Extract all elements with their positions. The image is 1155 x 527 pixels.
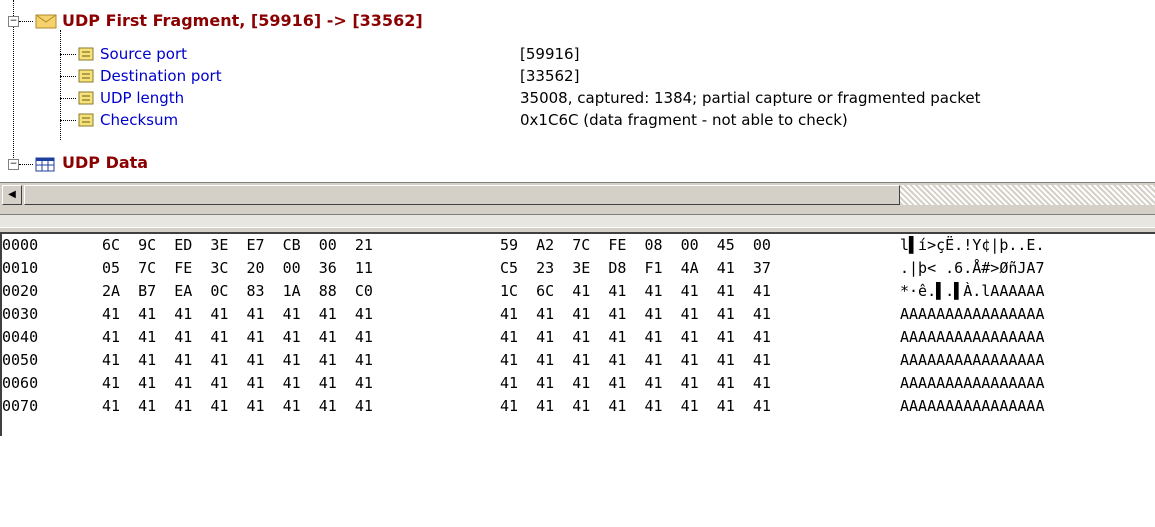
tree-connector-line (60, 76, 76, 77)
scroll-left-button[interactable]: ◀ (2, 185, 22, 205)
hex-bytes: 41 41 41 41 41 41 41 41 (102, 397, 373, 415)
hex-ascii: AAAAAAAAAAAAAAAA (900, 305, 1045, 323)
field-value: [59916] (520, 45, 580, 63)
hex-ascii: AAAAAAAAAAAAAAAA (900, 351, 1045, 369)
field-name: Destination port (100, 67, 222, 85)
field-name: UDP length (100, 89, 185, 107)
tree-connector-line (19, 21, 33, 22)
tree-connector-line (60, 54, 76, 55)
node-label: UDP Data (62, 153, 149, 172)
splitter-grip[interactable] (0, 214, 1155, 228)
hex-offset: 0010 (2, 259, 39, 277)
note-icon (78, 47, 94, 61)
field-name: Checksum (100, 111, 179, 129)
hex-row[interactable]: 0070 41 41 41 41 41 41 41 41 41 41 41 41… (2, 395, 1045, 417)
hex-offset: 0040 (2, 328, 39, 346)
note-icon (78, 91, 94, 105)
tree-field-source-port[interactable]: Source port [59916] (0, 43, 1155, 65)
hex-offset: 0060 (2, 374, 39, 392)
decode-tree-pane: − UDP First Fragment, [59916] -> [33562]… (0, 0, 1155, 182)
hex-bytes: 05 7C FE 3C 20 00 36 11 (102, 259, 373, 277)
tree-node-udp-data[interactable]: − UDP Data (0, 153, 1155, 175)
hex-bytes: 41 41 41 41 41 41 41 41 (500, 374, 771, 392)
hex-row[interactable]: 0000 6C 9C ED 3E E7 CB 00 21 59 A2 7C FE… (2, 234, 1045, 256)
hex-ascii: AAAAAAAAAAAAAAAA (900, 328, 1045, 346)
hex-ascii: AAAAAAAAAAAAAAAA (900, 374, 1045, 392)
hex-bytes: 41 41 41 41 41 41 41 41 (102, 374, 373, 392)
hex-ascii: *·ê.▌.▌À.lAAAAAA (900, 282, 1045, 300)
note-icon (78, 113, 94, 127)
field-value: 35008, captured: 1384; partial capture o… (520, 89, 981, 107)
hex-row[interactable]: 0060 41 41 41 41 41 41 41 41 41 41 41 41… (2, 372, 1045, 394)
hex-ascii: AAAAAAAAAAAAAAAA (900, 397, 1045, 415)
envelope-icon (35, 14, 57, 29)
hex-bytes: 41 41 41 41 41 41 41 41 (500, 397, 771, 415)
tree-connector-line (60, 98, 76, 99)
hex-bytes: 41 41 41 41 41 41 41 41 (500, 351, 771, 369)
collapse-toggle[interactable]: − (8, 16, 19, 27)
tree-field-destination-port[interactable]: Destination port [33562] (0, 65, 1155, 87)
hex-row[interactable]: 0020 2A B7 EA 0C 83 1A 88 C0 1C 6C 41 41… (2, 280, 1045, 302)
hex-ascii: l▌í>çË.!Y¢|þ..E. (900, 236, 1045, 254)
hex-offset: 0000 (2, 236, 39, 254)
tree-field-checksum[interactable]: Checksum 0x1C6C (data fragment - not abl… (0, 109, 1155, 131)
hex-bytes: 41 41 41 41 41 41 41 41 (102, 351, 373, 369)
collapse-toggle[interactable]: − (8, 159, 19, 170)
field-value: 0x1C6C (data fragment - not able to chec… (520, 111, 848, 129)
field-name: Source port (100, 45, 188, 63)
hex-bytes: 41 41 41 41 41 41 41 41 (102, 305, 373, 323)
hex-row[interactable]: 0030 41 41 41 41 41 41 41 41 41 41 41 41… (2, 303, 1045, 325)
tree-field-udp-length[interactable]: UDP length 35008, captured: 1384; partia… (0, 87, 1155, 109)
tree-connector-line (60, 120, 76, 121)
hex-offset: 0030 (2, 305, 39, 323)
hex-bytes: 59 A2 7C FE 08 00 45 00 (500, 236, 771, 254)
pane-splitter[interactable] (0, 208, 1155, 232)
note-icon (78, 69, 94, 83)
hex-bytes: 2A B7 EA 0C 83 1A 88 C0 (102, 282, 373, 300)
field-value: [33562] (520, 67, 580, 85)
hex-offset: 0070 (2, 397, 39, 415)
hex-ascii: .|þ< .6.Å#>ØñJA7 (900, 259, 1045, 277)
hex-offset: 0050 (2, 351, 39, 369)
hex-bytes: 41 41 41 41 41 41 41 41 (500, 305, 771, 323)
hex-bytes: 6C 9C ED 3E E7 CB 00 21 (102, 236, 373, 254)
hex-offset: 0020 (2, 282, 39, 300)
tree-connector-line (19, 164, 33, 165)
table-icon (35, 157, 55, 172)
hex-dump-pane: 0000 6C 9C ED 3E E7 CB 00 21 59 A2 7C FE… (0, 232, 1155, 436)
horizontal-scrollbar[interactable]: ◀ (0, 182, 1155, 209)
hex-bytes: 41 41 41 41 41 41 41 41 (500, 328, 771, 346)
scrollbar-thumb[interactable] (24, 185, 900, 205)
hex-row[interactable]: 0040 41 41 41 41 41 41 41 41 41 41 41 41… (2, 326, 1045, 348)
tree-node-udp-first-fragment[interactable]: − UDP First Fragment, [59916] -> [33562] (0, 10, 1155, 32)
hex-bytes: 1C 6C 41 41 41 41 41 41 (500, 282, 771, 300)
hex-bytes: 41 41 41 41 41 41 41 41 (102, 328, 373, 346)
hex-row[interactable]: 0010 05 7C FE 3C 20 00 36 11 C5 23 3E D8… (2, 257, 1045, 279)
node-label: UDP First Fragment, [59916] -> [33562] (62, 11, 423, 30)
hex-row[interactable]: 0050 41 41 41 41 41 41 41 41 41 41 41 41… (2, 349, 1045, 371)
hex-bytes: C5 23 3E D8 F1 4A 41 37 (500, 259, 771, 277)
